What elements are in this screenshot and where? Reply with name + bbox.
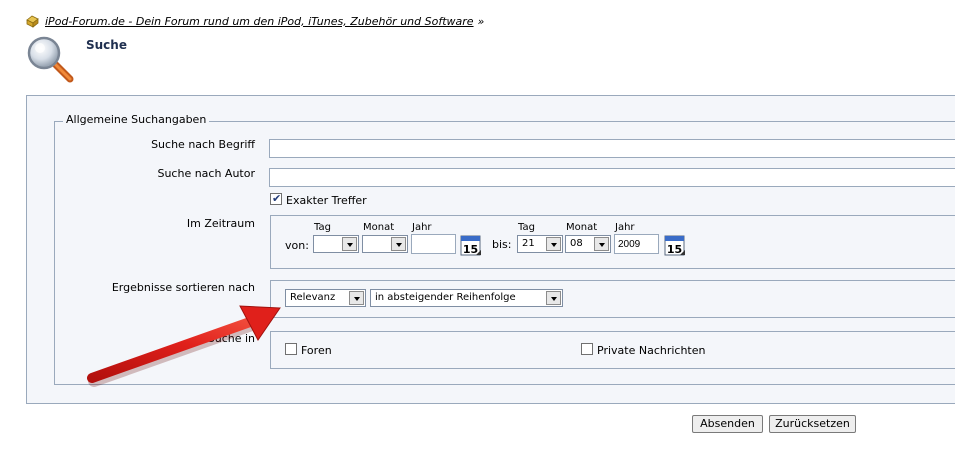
author-input[interactable] bbox=[269, 168, 955, 187]
svg-text:15: 15 bbox=[463, 243, 478, 256]
from-month-label: Monat bbox=[363, 222, 395, 233]
to-year-input[interactable] bbox=[614, 234, 659, 254]
private-messages-label: Private Nachrichten bbox=[597, 344, 706, 357]
chevron-down-icon bbox=[349, 291, 364, 305]
exact-match-checkbox[interactable] bbox=[270, 192, 282, 205]
from-day-label: Tag bbox=[314, 222, 331, 233]
from-month-select[interactable] bbox=[362, 235, 408, 253]
to-month-select[interactable]: 08 bbox=[565, 235, 611, 253]
folder-home-icon bbox=[26, 15, 39, 28]
keyword-input[interactable] bbox=[269, 139, 955, 158]
from-day-select[interactable] bbox=[313, 235, 359, 253]
page-title: Suche bbox=[86, 38, 127, 52]
calendar-icon[interactable]: 15 bbox=[664, 235, 686, 257]
svg-text:15: 15 bbox=[667, 243, 682, 256]
to-day-label: Tag bbox=[518, 222, 535, 233]
chevron-down-icon bbox=[391, 237, 406, 251]
exact-match-label: Exakter Treffer bbox=[286, 194, 367, 207]
annotation-arrow-icon bbox=[87, 305, 281, 387]
to-day-select[interactable]: 21 bbox=[517, 235, 563, 253]
sort-field-select[interactable]: Relevanz bbox=[285, 289, 366, 307]
from-year-label: Jahr bbox=[412, 222, 432, 233]
from-year-input[interactable] bbox=[411, 234, 456, 254]
fieldset-legend: Allgemeine Suchangaben bbox=[63, 113, 210, 126]
sort-order-select[interactable]: in absteigender Reihenfolge bbox=[370, 289, 563, 307]
breadcrumb: iPod-Forum.de - Dein Forum rund um den i… bbox=[26, 13, 484, 29]
period-label: Im Zeitraum bbox=[186, 217, 255, 230]
chevron-down-icon bbox=[546, 291, 561, 305]
to-label: bis: bbox=[492, 238, 512, 251]
chevron-down-icon bbox=[546, 237, 561, 251]
chevron-down-icon bbox=[342, 237, 357, 251]
reset-button[interactable]: Zurücksetzen bbox=[769, 415, 856, 433]
chevron-down-icon bbox=[594, 237, 609, 251]
breadcrumb-home-link[interactable]: iPod-Forum.de - Dein Forum rund um den i… bbox=[45, 15, 474, 28]
private-messages-checkbox[interactable] bbox=[581, 343, 593, 355]
keyword-label: Suche nach Begriff bbox=[151, 138, 255, 151]
author-label: Suche nach Autor bbox=[157, 167, 255, 180]
forums-label: Foren bbox=[301, 344, 332, 357]
calendar-icon[interactable]: 15 bbox=[460, 235, 482, 257]
breadcrumb-separator: » bbox=[477, 14, 485, 28]
to-month-label: Monat bbox=[566, 222, 598, 233]
magnifier-icon bbox=[27, 36, 74, 83]
sort-label: Ergebnisse sortieren nach bbox=[111, 281, 255, 294]
submit-button[interactable]: Absenden bbox=[692, 415, 763, 433]
to-year-label: Jahr bbox=[615, 222, 635, 233]
from-label: von: bbox=[285, 239, 309, 252]
